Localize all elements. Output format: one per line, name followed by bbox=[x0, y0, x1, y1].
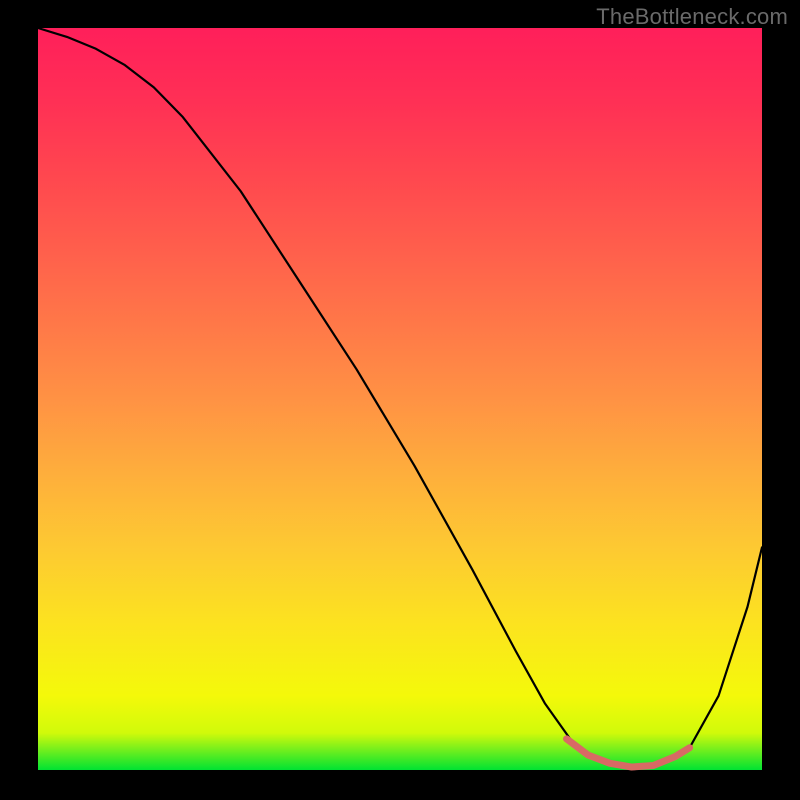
chart-container: TheBottleneck.com bbox=[0, 0, 800, 800]
attribution-text: TheBottleneck.com bbox=[596, 4, 788, 30]
bottleneck-curve bbox=[38, 28, 762, 767]
curve-layer bbox=[38, 28, 762, 770]
plot-area bbox=[38, 28, 762, 770]
valley-highlight bbox=[567, 739, 690, 767]
